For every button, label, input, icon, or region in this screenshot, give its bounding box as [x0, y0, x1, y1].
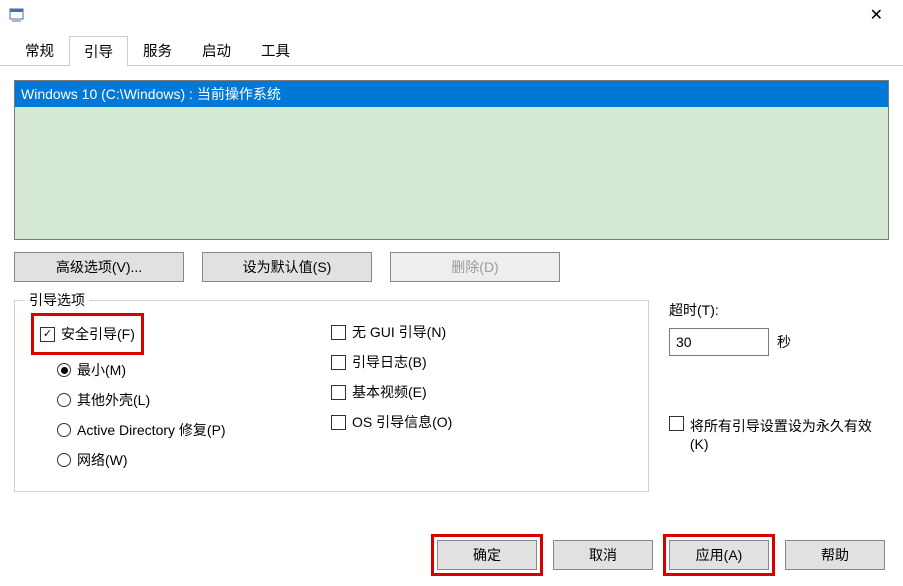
ok-button[interactable]: 确定: [437, 540, 537, 570]
help-button[interactable]: 帮助: [785, 540, 885, 570]
altshell-radio[interactable]: [57, 393, 71, 407]
tab-services[interactable]: 服务: [128, 35, 187, 65]
close-icon[interactable]: ✕: [858, 5, 895, 25]
set-default-button[interactable]: 设为默认值(S): [202, 252, 372, 282]
network-label: 网络(W): [77, 450, 128, 470]
delete-button: 删除(D): [390, 252, 560, 282]
bootlog-checkbox[interactable]: [331, 355, 346, 370]
tab-bar: 常规 引导 服务 启动 工具: [0, 38, 903, 66]
cancel-button[interactable]: 取消: [553, 540, 653, 570]
safe-boot-label: 安全引导(F): [61, 324, 135, 344]
apply-button[interactable]: 应用(A): [669, 540, 769, 570]
boot-options-group: 引导选项 安全引导(F) 最小(M) 其他外壳(L) Active Direct…: [14, 300, 649, 492]
basevideo-checkbox[interactable]: [331, 385, 346, 400]
nogui-label: 无 GUI 引导(N): [352, 322, 446, 342]
boot-list[interactable]: Windows 10 (C:\Windows) : 当前操作系统: [14, 80, 889, 240]
network-radio[interactable]: [57, 453, 71, 467]
ad-repair-radio[interactable]: [57, 423, 71, 437]
timeout-unit: 秒: [777, 332, 791, 352]
timeout-label: 超时(T):: [669, 300, 889, 320]
group-label: 引导选项: [25, 290, 89, 310]
basevideo-label: 基本视频(E): [352, 382, 427, 402]
osinfo-checkbox[interactable]: [331, 415, 346, 430]
safe-boot-checkbox[interactable]: [40, 327, 55, 342]
tab-general[interactable]: 常规: [10, 35, 69, 65]
tab-startup[interactable]: 启动: [187, 35, 246, 65]
altshell-label: 其他外壳(L): [77, 390, 150, 410]
nogui-checkbox[interactable]: [331, 325, 346, 340]
tab-boot[interactable]: 引导: [69, 36, 128, 66]
osinfo-label: OS 引导信息(O): [352, 412, 452, 432]
boot-entry[interactable]: Windows 10 (C:\Windows) : 当前操作系统: [15, 81, 888, 107]
permanent-checkbox[interactable]: [669, 416, 684, 431]
ad-repair-label: Active Directory 修复(P): [77, 420, 226, 440]
msconfig-icon: [8, 6, 26, 24]
tab-tools[interactable]: 工具: [246, 35, 305, 65]
timeout-input[interactable]: [669, 328, 769, 356]
minimal-label: 最小(M): [77, 360, 126, 380]
minimal-radio[interactable]: [57, 363, 71, 377]
bootlog-label: 引导日志(B): [352, 352, 427, 372]
permanent-label: 将所有引导设置设为永久有效(K): [690, 416, 889, 452]
advanced-options-button[interactable]: 高级选项(V)...: [14, 252, 184, 282]
